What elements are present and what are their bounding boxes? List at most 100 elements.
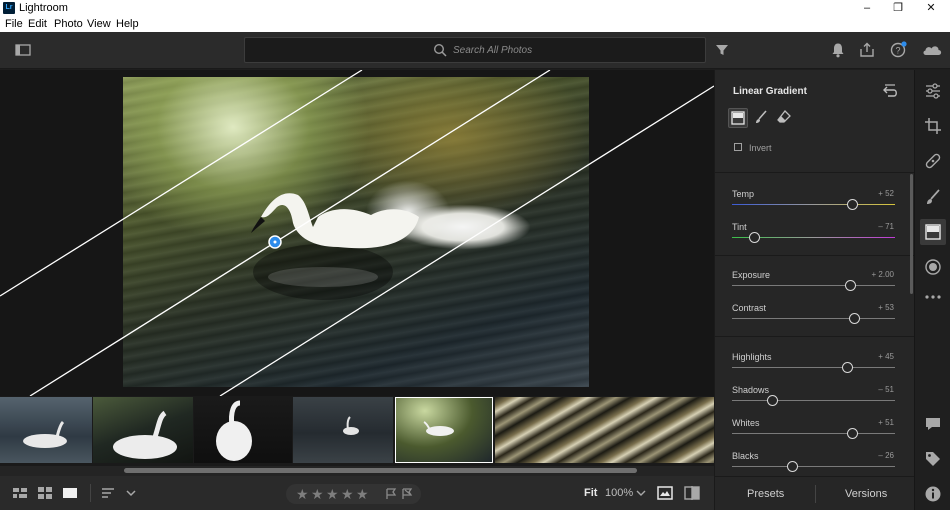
linear-gradient-icon (731, 111, 745, 125)
square-grid-icon[interactable] (37, 486, 53, 500)
info-icon[interactable] (924, 485, 942, 503)
brush-mask-button[interactable] (752, 108, 772, 128)
filmstrip-scrollbar[interactable] (0, 466, 714, 476)
healing-bandage-icon[interactable] (924, 152, 942, 170)
star-2[interactable]: ★ (311, 486, 324, 503)
gradient-end-line[interactable] (219, 85, 714, 396)
filter-icon[interactable] (713, 41, 731, 59)
menu-file[interactable]: File (5, 18, 23, 30)
thumbnail-5-selected[interactable] (395, 397, 493, 463)
more-options-icon[interactable] (924, 288, 942, 306)
rating-flag-pill: ★ ★ ★ ★ ★ (286, 484, 421, 504)
slider-track[interactable] (732, 285, 895, 286)
comments-icon[interactable] (924, 415, 942, 433)
filmstrip-scroll-thumb[interactable] (124, 468, 637, 473)
menu-photo[interactable]: Photo (54, 18, 83, 30)
menu-view[interactable]: View (87, 18, 111, 30)
menu-help[interactable]: Help (116, 18, 139, 30)
slider-track[interactable] (732, 318, 895, 319)
slider-track[interactable] (732, 400, 895, 401)
keyword-tag-icon[interactable] (924, 450, 942, 468)
sort-icon[interactable] (100, 486, 116, 500)
panel-toggle-icon[interactable] (14, 41, 32, 59)
window-title: Lightroom (19, 2, 68, 14)
brush-icon (756, 110, 767, 123)
linear-gradient-tool-active[interactable] (920, 219, 946, 245)
zoom-level[interactable]: 100% (605, 487, 633, 499)
thumbnail-2[interactable] (93, 397, 193, 463)
chevron-down-icon[interactable] (125, 488, 137, 498)
slider-track[interactable] (732, 204, 895, 205)
crop-rotate-icon[interactable] (924, 117, 942, 135)
edit-sliders-icon[interactable] (924, 82, 942, 100)
linear-gradient-tool-icon (925, 224, 941, 240)
photo-canvas[interactable] (0, 70, 714, 396)
slider-track[interactable] (732, 466, 895, 467)
slider-value[interactable]: – 51 (878, 385, 894, 394)
detail-view-icon[interactable] (62, 486, 78, 500)
star-5[interactable]: ★ (356, 486, 369, 503)
zoom-fit-button[interactable]: Fit (584, 487, 597, 499)
slider-label: Whites (732, 418, 760, 428)
photo-grid-icon[interactable] (12, 486, 28, 500)
linear-gradient-overlay[interactable] (0, 70, 714, 396)
slider-track[interactable] (732, 433, 895, 434)
title-bar: Lr Lightroom – ❐ ✕ (0, 0, 950, 16)
invert-checkbox[interactable] (734, 143, 742, 151)
compare-view-icon[interactable] (684, 486, 700, 500)
star-3[interactable]: ★ (326, 486, 339, 503)
slider-value[interactable]: + 53 (878, 303, 894, 312)
slider-knob[interactable] (842, 362, 854, 373)
slider-value[interactable]: – 71 (878, 222, 894, 231)
slider-label: Tint (732, 222, 747, 232)
versions-button[interactable]: Versions (845, 488, 887, 500)
slider-knob[interactable] (786, 461, 798, 472)
radial-gradient-icon[interactable] (924, 258, 942, 276)
close-button[interactable]: ✕ (914, 0, 948, 16)
zoom-chevron-icon[interactable] (636, 489, 646, 497)
slider-knob[interactable] (847, 428, 859, 439)
star-1[interactable]: ★ (296, 486, 309, 503)
slider-knob[interactable] (847, 199, 859, 210)
toolbar-divider (90, 484, 91, 502)
brush-tool-icon[interactable] (924, 188, 942, 206)
slider-group-divider (715, 255, 915, 256)
menu-edit[interactable]: Edit (28, 18, 47, 30)
presets-button[interactable]: Presets (747, 488, 784, 500)
panel-divider (715, 172, 915, 173)
slider-value[interactable]: + 51 (878, 418, 894, 427)
info-overlay-icon[interactable] (657, 486, 673, 500)
share-icon[interactable] (858, 41, 876, 59)
slider-knob[interactable] (749, 232, 761, 243)
reset-icon[interactable] (882, 84, 898, 98)
eraser-mask-button[interactable] (775, 108, 795, 128)
thumbnail-3[interactable] (194, 397, 292, 463)
minimize-button[interactable]: – (850, 0, 884, 16)
cloud-sync-icon[interactable] (921, 41, 943, 59)
search-box[interactable] (244, 37, 706, 63)
slider-knob[interactable] (845, 280, 857, 291)
flag-pick-icon[interactable] (385, 488, 397, 500)
gradient-center-line[interactable] (29, 70, 551, 396)
slider-label: Highlights (732, 352, 772, 362)
linear-gradient-mask-button[interactable] (728, 108, 748, 128)
slider-value[interactable]: + 52 (878, 189, 894, 198)
slider-knob[interactable] (767, 395, 779, 406)
thumbnail-6[interactable] (495, 397, 714, 463)
slider-value[interactable]: + 45 (878, 352, 894, 361)
slider-track[interactable] (732, 367, 895, 368)
thumbnail-1[interactable] (0, 397, 92, 463)
star-4[interactable]: ★ (341, 486, 354, 503)
slider-value[interactable]: – 26 (878, 451, 894, 460)
maximize-button[interactable]: ❐ (881, 0, 915, 16)
thumbnail-4[interactable] (293, 397, 393, 463)
slider-value[interactable]: + 2.00 (872, 270, 894, 279)
help-icon[interactable]: ? (889, 41, 907, 59)
slider-knob[interactable] (848, 313, 860, 324)
search-input[interactable] (453, 42, 653, 59)
gradient-start-line[interactable] (0, 70, 363, 297)
panel-scrollbar[interactable] (910, 174, 913, 294)
right-tool-bar (914, 70, 950, 510)
flag-reject-icon[interactable] (401, 488, 413, 500)
notifications-bell-icon[interactable] (829, 41, 847, 59)
